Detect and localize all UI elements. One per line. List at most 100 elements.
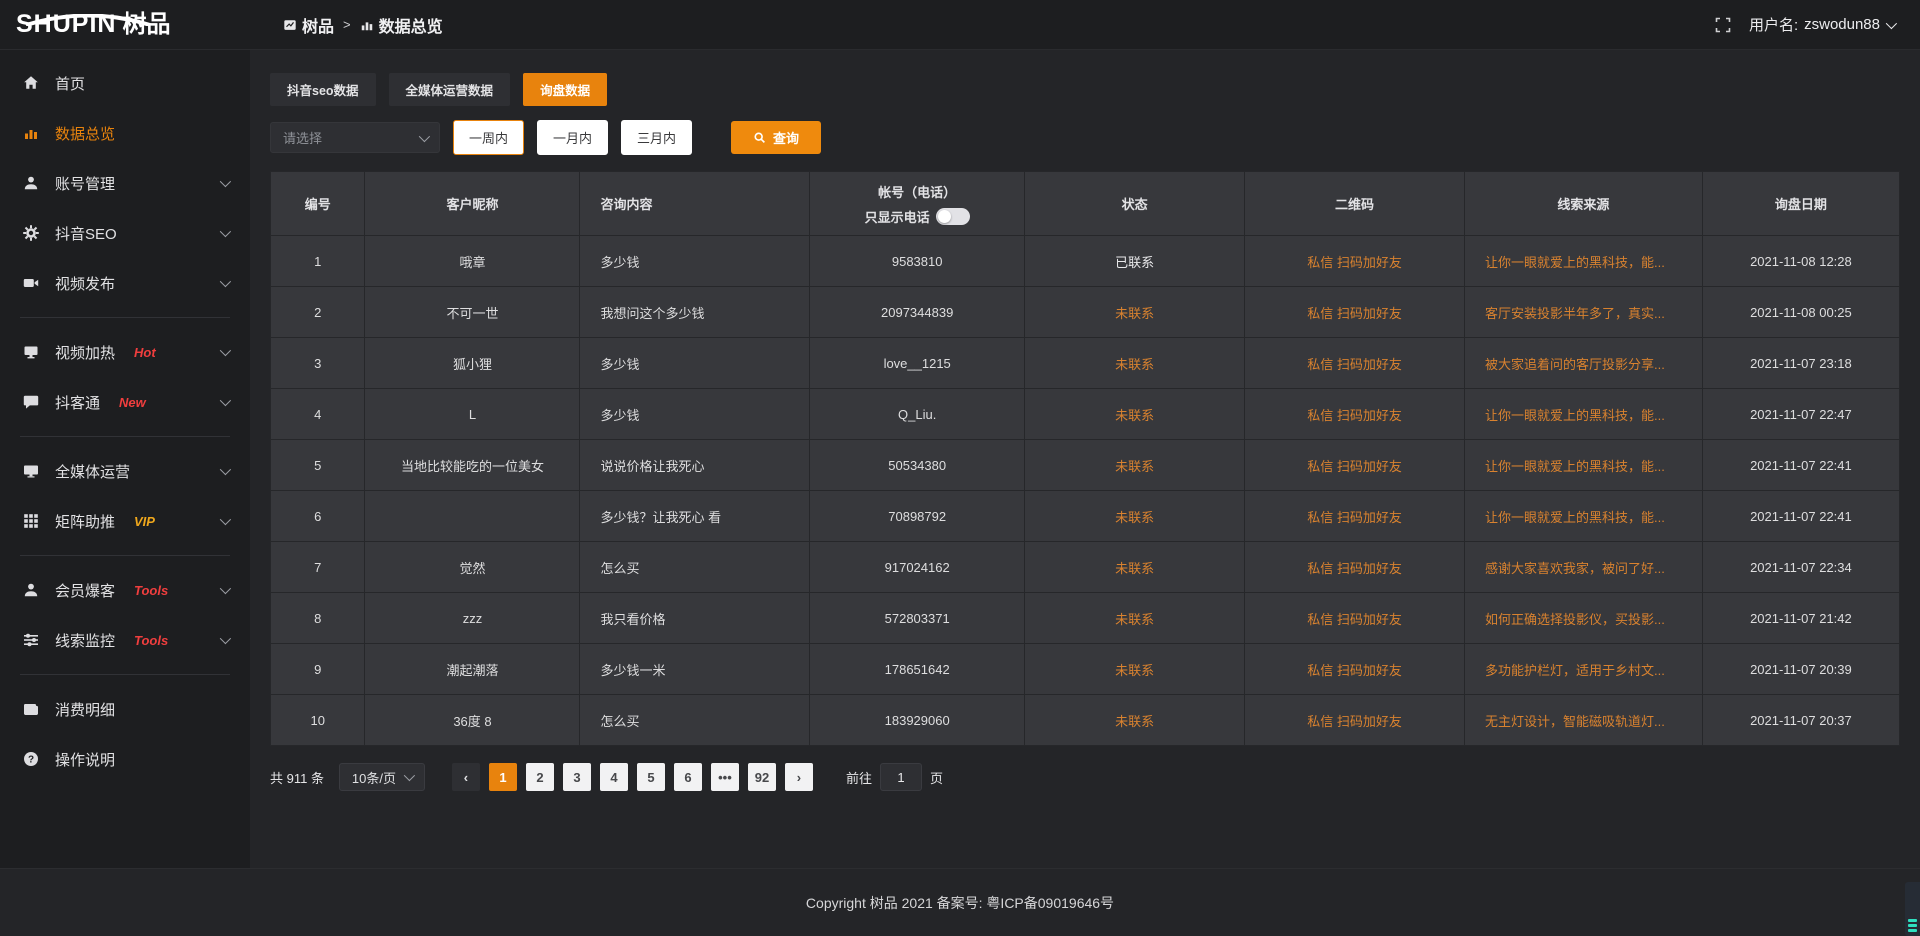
cell-source-link[interactable]: 让你一眼就爱上的黑科技，能... bbox=[1465, 389, 1703, 440]
cell-source-link[interactable]: 如何正确选择投影仪，买投影... bbox=[1465, 593, 1703, 644]
question-icon: ? bbox=[22, 751, 40, 767]
cell-source-link[interactable]: 让你一眼就爱上的黑科技，能... bbox=[1465, 491, 1703, 542]
cell-id: 1 bbox=[271, 236, 365, 287]
app-logo[interactable]: SHUPIN 树品 bbox=[0, 12, 250, 37]
sidebar-item-member-burst[interactable]: 会员爆客 Tools bbox=[0, 565, 250, 615]
cell-account: 917024162 bbox=[810, 542, 1025, 593]
table-row: 4 L 多少钱 Q_Liu. 未联系 私信 扫码加好友 让你一眼就爱上的黑科技，… bbox=[271, 389, 1900, 440]
cell-qrcode-link[interactable]: 私信 扫码加好友 bbox=[1245, 389, 1465, 440]
header-account-label: 帐号（电话） bbox=[810, 182, 1024, 201]
sidebar-item-omnimedia[interactable]: 全媒体运营 bbox=[0, 446, 250, 496]
cell-qrcode-link[interactable]: 私信 扫码加好友 bbox=[1245, 338, 1465, 389]
sidebar-item-douketong[interactable]: 抖客通 New bbox=[0, 377, 250, 427]
sidebar-item-matrix-boost[interactable]: 矩阵助推 VIP bbox=[0, 496, 250, 546]
cell-source-link[interactable]: 让你一眼就爱上的黑科技，能... bbox=[1465, 236, 1703, 287]
cell-nickname: 当地比较能吃的一位美女 bbox=[365, 440, 580, 491]
table-row: 6 多少钱？让我死心 看 70898792 未联系 私信 扫码加好友 让你一眼就… bbox=[271, 491, 1900, 542]
fullscreen-icon[interactable] bbox=[1715, 17, 1731, 33]
user-menu[interactable]: 用户名: zswodun88 bbox=[1749, 14, 1894, 35]
cell-qrcode-link[interactable]: 私信 扫码加好友 bbox=[1245, 542, 1465, 593]
page-button-4[interactable]: 4 bbox=[600, 763, 628, 791]
cell-nickname: 狐小狸 bbox=[365, 338, 580, 389]
more-pages-button[interactable]: ••• bbox=[711, 763, 739, 791]
goto-page-input[interactable] bbox=[880, 763, 922, 791]
cell-source-link[interactable]: 无主灯设计，智能磁吸轨道灯... bbox=[1465, 695, 1703, 746]
cell-date: 2021-11-07 22:34 bbox=[1702, 542, 1899, 593]
tools-badge: Tools bbox=[134, 583, 168, 598]
page-size-select[interactable]: 10条/页 bbox=[339, 763, 425, 791]
page-button-3[interactable]: 3 bbox=[563, 763, 591, 791]
sidebar-item-video-heating[interactable]: 视频加热 Hot bbox=[0, 327, 250, 377]
next-page-button[interactable]: › bbox=[785, 763, 813, 791]
breadcrumb-home[interactable]: 树品 bbox=[283, 13, 334, 37]
breadcrumb-separator: > bbox=[343, 17, 351, 32]
cell-qrcode-link[interactable]: 私信 扫码加好友 bbox=[1245, 440, 1465, 491]
cell-source-link[interactable]: 客厅安装投影半年多了，真实... bbox=[1465, 287, 1703, 338]
cell-date: 2021-11-07 22:47 bbox=[1702, 389, 1899, 440]
tab-omnimedia-data[interactable]: 全媒体运营数据 bbox=[389, 73, 511, 106]
sidebar-item-lead-monitor[interactable]: 线索监控 Tools bbox=[0, 615, 250, 665]
sidebar-item-label: 矩阵助推 bbox=[55, 511, 115, 532]
search-button-label: 查询 bbox=[773, 128, 799, 147]
cell-content: 怎么买 bbox=[580, 695, 810, 746]
cell-qrcode-link[interactable]: 私信 扫码加好友 bbox=[1245, 695, 1465, 746]
breadcrumb-home-label: 树品 bbox=[302, 13, 334, 37]
cell-qrcode-link[interactable]: 私信 扫码加好友 bbox=[1245, 287, 1465, 338]
sidebar-item-label: 全媒体运营 bbox=[55, 461, 130, 482]
data-tabs: 抖音seo数据 全媒体运营数据 询盘数据 bbox=[270, 73, 1900, 106]
cell-source-link[interactable]: 让你一眼就爱上的黑科技，能... bbox=[1465, 440, 1703, 491]
tab-douyin-seo-data[interactable]: 抖音seo数据 bbox=[270, 73, 376, 106]
grid-icon bbox=[22, 513, 40, 529]
cell-date: 2021-11-07 22:41 bbox=[1702, 491, 1899, 542]
cell-qrcode-link[interactable]: 私信 扫码加好友 bbox=[1245, 593, 1465, 644]
tab-inquiry-data[interactable]: 询盘数据 bbox=[523, 73, 607, 106]
sidebar-item-home[interactable]: 首页 bbox=[0, 58, 250, 108]
cell-source-link[interactable]: 感谢大家喜欢我家，被问了好... bbox=[1465, 542, 1703, 593]
chat-icon bbox=[22, 394, 40, 410]
breadcrumb-current[interactable]: 数据总览 bbox=[360, 13, 443, 37]
cell-date: 2021-11-07 20:37 bbox=[1702, 695, 1899, 746]
cell-content: 多少钱？让我死心 看 bbox=[580, 491, 810, 542]
phone-only-toggle[interactable] bbox=[936, 208, 970, 225]
prev-page-button[interactable]: ‹ bbox=[452, 763, 480, 791]
chevron-down-icon bbox=[1886, 17, 1897, 28]
widget-bar bbox=[1908, 919, 1917, 922]
cell-nickname: 36度 8 bbox=[365, 695, 580, 746]
cell-id: 7 bbox=[271, 542, 365, 593]
page-button-2[interactable]: 2 bbox=[526, 763, 554, 791]
cell-qrcode-link[interactable]: 私信 扫码加好友 bbox=[1245, 236, 1465, 287]
page-button-92[interactable]: 92 bbox=[748, 763, 776, 791]
cell-id: 6 bbox=[271, 491, 365, 542]
cell-qrcode-link[interactable]: 私信 扫码加好友 bbox=[1245, 491, 1465, 542]
cell-content: 多少钱 bbox=[580, 236, 810, 287]
sidebar-item-data-overview[interactable]: 数据总览 bbox=[0, 108, 250, 158]
search-button[interactable]: 查询 bbox=[731, 121, 821, 154]
sidebar-item-consumption-detail[interactable]: 消费明细 bbox=[0, 684, 250, 734]
cell-source-link[interactable]: 多功能护栏灯，适用于乡村文... bbox=[1465, 644, 1703, 695]
chevron-down-icon bbox=[220, 464, 231, 475]
cell-source-link[interactable]: 被大家追着问的客厅投影分享... bbox=[1465, 338, 1703, 389]
page-button-5[interactable]: 5 bbox=[637, 763, 665, 791]
username-prefix: 用户名: bbox=[1749, 14, 1798, 35]
page-button-1[interactable]: 1 bbox=[489, 763, 517, 791]
sidebar-item-video-publish[interactable]: 视频发布 bbox=[0, 258, 250, 308]
range-week-button[interactable]: 一周内 bbox=[453, 120, 524, 155]
sidebar-item-label: 操作说明 bbox=[55, 749, 115, 770]
range-quarter-button[interactable]: 三月内 bbox=[621, 120, 692, 155]
cell-nickname: zzz bbox=[365, 593, 580, 644]
floating-widget[interactable] bbox=[1905, 882, 1920, 936]
sidebar-item-account-management[interactable]: 账号管理 bbox=[0, 158, 250, 208]
range-month-button[interactable]: 一月内 bbox=[537, 120, 608, 155]
sidebar-item-instructions[interactable]: ? 操作说明 bbox=[0, 734, 250, 784]
svg-text:?: ? bbox=[28, 754, 34, 765]
sidebar-item-label: 消费明细 bbox=[55, 699, 115, 720]
page-button-6[interactable]: 6 bbox=[674, 763, 702, 791]
sidebar-divider bbox=[20, 555, 230, 556]
cell-qrcode-link[interactable]: 私信 扫码加好友 bbox=[1245, 644, 1465, 695]
account-select[interactable]: 请选择 bbox=[270, 122, 440, 153]
cell-content: 多少钱 bbox=[580, 389, 810, 440]
video-camera-icon bbox=[22, 275, 40, 291]
cell-date: 2021-11-07 22:41 bbox=[1702, 440, 1899, 491]
sidebar-item-douyin-seo[interactable]: 抖音SEO bbox=[0, 208, 250, 258]
cell-account: love__1215 bbox=[810, 338, 1025, 389]
